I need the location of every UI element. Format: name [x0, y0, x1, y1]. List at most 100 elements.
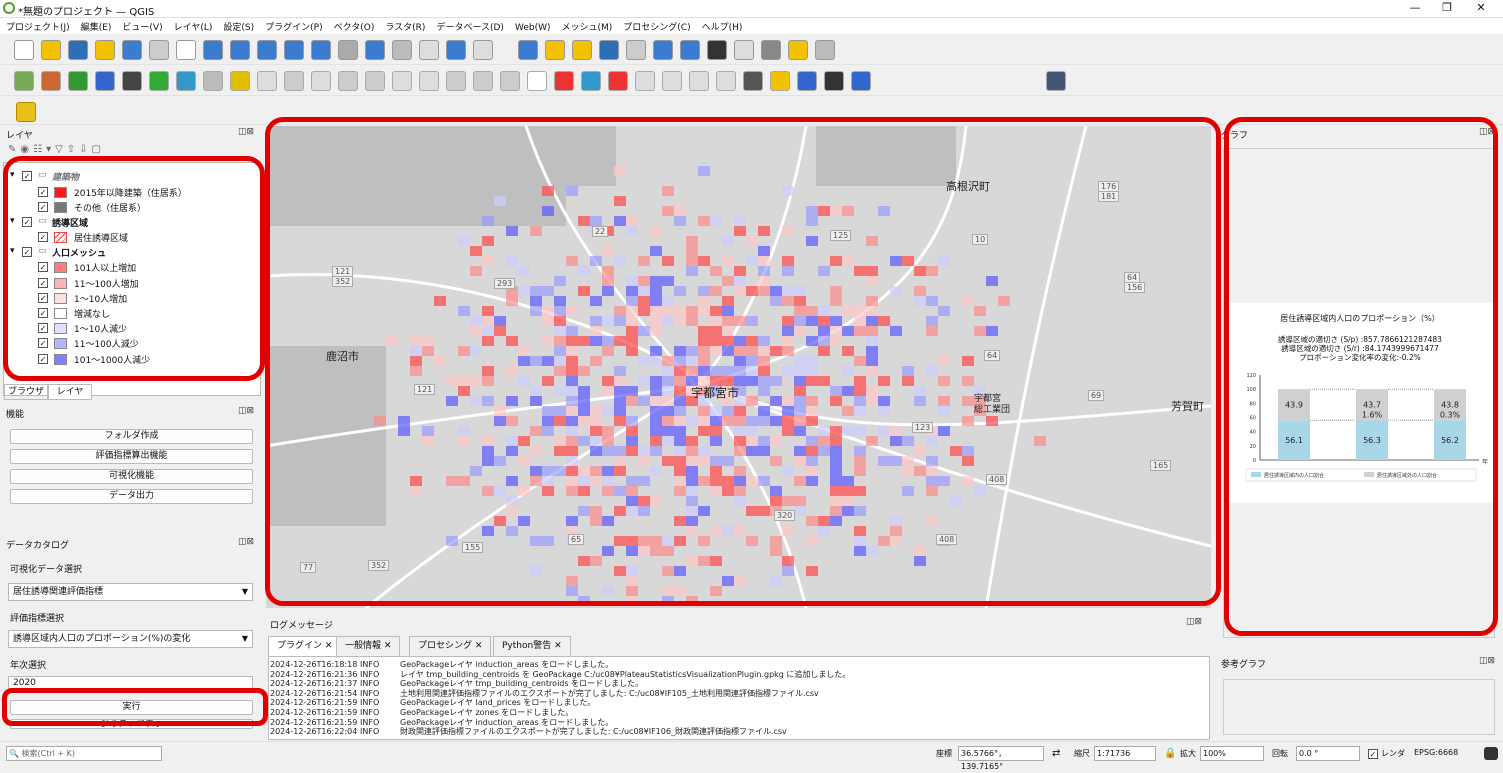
- ref-graph-button[interactable]: 参考グラフ表示: [10, 719, 253, 729]
- toolbar-tool-icon[interactable]: [365, 40, 385, 60]
- toolbar-tool-icon[interactable]: [473, 40, 493, 60]
- toolbar-tool-icon[interactable]: [122, 71, 142, 91]
- layer-group[interactable]: ▾✓▭誘導区域: [4, 215, 244, 230]
- toolbar-tool-icon[interactable]: [743, 71, 763, 91]
- toolbar-tool-icon[interactable]: [788, 40, 808, 60]
- toolbar-tool-icon[interactable]: [284, 71, 304, 91]
- scale-field[interactable]: 1:71736: [1094, 746, 1156, 761]
- expand-arrow-icon[interactable]: ▾: [10, 246, 15, 256]
- menu-processing[interactable]: プロセシング(C): [617, 18, 695, 33]
- messages-icon[interactable]: [1484, 747, 1498, 760]
- viz-data-select[interactable]: 居住誘導関連評価指標▼: [8, 583, 253, 601]
- toolbar-tool-icon[interactable]: [770, 71, 790, 91]
- tab-general-log[interactable]: 一般情報 ✕: [336, 636, 400, 656]
- magnifier-field[interactable]: 100%: [1200, 746, 1264, 761]
- panel-float-icon[interactable]: ◫⊠: [238, 537, 254, 547]
- toolbar-tool-icon[interactable]: [41, 40, 61, 60]
- layer-visibility-checkbox[interactable]: ✓: [38, 262, 48, 272]
- layer-visibility-checkbox[interactable]: ✓: [38, 338, 48, 348]
- toolbar-tool-icon[interactable]: [149, 40, 169, 60]
- layer-visibility-checkbox[interactable]: ✓: [38, 323, 48, 333]
- calc-index-button[interactable]: 評価指標算出機能: [10, 449, 253, 464]
- layer-item[interactable]: ✓増減なし: [4, 306, 244, 321]
- toolbar-tool-icon[interactable]: [68, 71, 88, 91]
- toolbar-tool-icon[interactable]: [446, 40, 466, 60]
- year-select[interactable]: 2020: [8, 676, 253, 690]
- rotation-field[interactable]: 0.0 °: [1296, 746, 1360, 761]
- toolbar-tool-icon[interactable]: [761, 40, 781, 60]
- visualization-button[interactable]: 可視化機能: [10, 469, 253, 484]
- menu-vector[interactable]: ベクタ(O): [328, 18, 380, 33]
- toolbar-tool-icon[interactable]: [626, 40, 646, 60]
- layer-visibility-checkbox[interactable]: ✓: [38, 232, 48, 242]
- toolbar-tool-icon[interactable]: [572, 40, 592, 60]
- layer-item[interactable]: ✓1〜10人減少: [4, 321, 244, 336]
- layer-item[interactable]: ✓101〜1000人減少: [4, 352, 244, 367]
- lock-icon[interactable]: 🔒: [1164, 748, 1176, 759]
- toolbar-tool-icon[interactable]: [599, 40, 619, 60]
- toolbar-tool-icon[interactable]: [662, 71, 682, 91]
- toolbar-tool-icon[interactable]: [797, 71, 817, 91]
- toolbar-tool-icon[interactable]: [122, 40, 142, 60]
- toolbar-tool-icon[interactable]: [653, 40, 673, 60]
- tab-python-log[interactable]: Python警告 ✕: [493, 636, 571, 656]
- layer-visibility-checkbox[interactable]: ✓: [38, 308, 48, 318]
- toolbar-tool-icon[interactable]: [149, 71, 169, 91]
- minimize-icon[interactable]: —: [1400, 1, 1430, 17]
- run-button[interactable]: 実行: [10, 700, 253, 715]
- panel-float-icon[interactable]: ◫⊠: [238, 127, 254, 137]
- toolbar-tool-icon[interactable]: [230, 40, 250, 60]
- toolbar-tool-icon[interactable]: [95, 71, 115, 91]
- toolbar-tool-icon[interactable]: [473, 71, 493, 91]
- create-folder-button[interactable]: フォルダ作成: [10, 429, 253, 444]
- close-icon[interactable]: ✕: [1466, 1, 1496, 17]
- toolbar-tool-icon[interactable]: [554, 71, 574, 91]
- layer-item[interactable]: ✓101人以上増加: [4, 260, 244, 275]
- tab-plugin-log[interactable]: プラグイン ✕: [268, 636, 341, 656]
- tab-layers[interactable]: レイヤ: [48, 384, 92, 400]
- data-export-button[interactable]: データ出力: [10, 489, 253, 504]
- panel-float-icon[interactable]: ◫⊠: [1479, 127, 1495, 137]
- layer-item[interactable]: ✓11〜100人減少: [4, 336, 244, 351]
- toolbar-tool-icon[interactable]: [203, 71, 223, 91]
- layer-group[interactable]: ▾✓▭建築物: [4, 169, 244, 184]
- toolbar-tool-icon[interactable]: [419, 71, 439, 91]
- tab-processing-log[interactable]: プロセシング ✕: [409, 636, 491, 656]
- layer-toolbar-icons[interactable]: ✎◉☷▾▽⇧⇩▢: [8, 144, 168, 158]
- toolbar-tool-icon[interactable]: [203, 40, 223, 60]
- menu-help[interactable]: ヘルプ(H): [696, 18, 748, 33]
- toolbar-tool-icon[interactable]: [500, 71, 520, 91]
- layer-item[interactable]: ✓2015年以降建築（住居系）: [4, 185, 244, 200]
- toolbar-tool-icon[interactable]: [824, 71, 844, 91]
- menu-plugins[interactable]: プラグイン(P): [259, 18, 327, 33]
- layer-visibility-checkbox[interactable]: ✓: [38, 354, 48, 364]
- toolbar-tool-icon[interactable]: [734, 40, 754, 60]
- toolbar-tool-icon[interactable]: [707, 40, 727, 60]
- layer-visibility-checkbox[interactable]: ✓: [38, 202, 48, 212]
- toolbar-tool-icon[interactable]: [176, 71, 196, 91]
- layer-visibility-checkbox[interactable]: ✓: [38, 293, 48, 303]
- toolbar-tool-icon[interactable]: [284, 40, 304, 60]
- layer-visibility-checkbox[interactable]: ✓: [22, 217, 32, 227]
- coord-toggle-icon[interactable]: ⇄: [1052, 748, 1060, 759]
- restore-icon[interactable]: ❐: [1432, 1, 1462, 17]
- toolbar-tool-icon[interactable]: [680, 40, 700, 60]
- toolbar-tool-icon[interactable]: [68, 40, 88, 60]
- layer-visibility-checkbox[interactable]: ✓: [38, 278, 48, 288]
- toolbar-tool-icon[interactable]: [14, 40, 34, 60]
- toolbar-tool-icon[interactable]: [311, 71, 331, 91]
- panel-float-icon[interactable]: ◫⊠: [238, 406, 254, 416]
- toolbar-tool-icon[interactable]: [527, 71, 547, 91]
- toolbar-tool-icon[interactable]: [518, 40, 538, 60]
- menu-raster[interactable]: ラスタ(R): [379, 18, 430, 33]
- tab-browser[interactable]: ブラウザ: [4, 384, 48, 400]
- render-checkbox[interactable]: ✓: [1368, 749, 1378, 759]
- toolbar-tool-icon[interactable]: [14, 71, 34, 91]
- toolbar-tool-icon[interactable]: [545, 40, 565, 60]
- panel-float-icon[interactable]: ◫⊠: [1479, 656, 1495, 666]
- menu-mesh[interactable]: メッシュ(M): [556, 18, 618, 33]
- toolbar-tool-icon[interactable]: [365, 71, 385, 91]
- toolbar-tool-icon[interactable]: [41, 71, 61, 91]
- layer-visibility-checkbox[interactable]: ✓: [22, 247, 32, 257]
- toolbar-tool-icon[interactable]: [419, 40, 439, 60]
